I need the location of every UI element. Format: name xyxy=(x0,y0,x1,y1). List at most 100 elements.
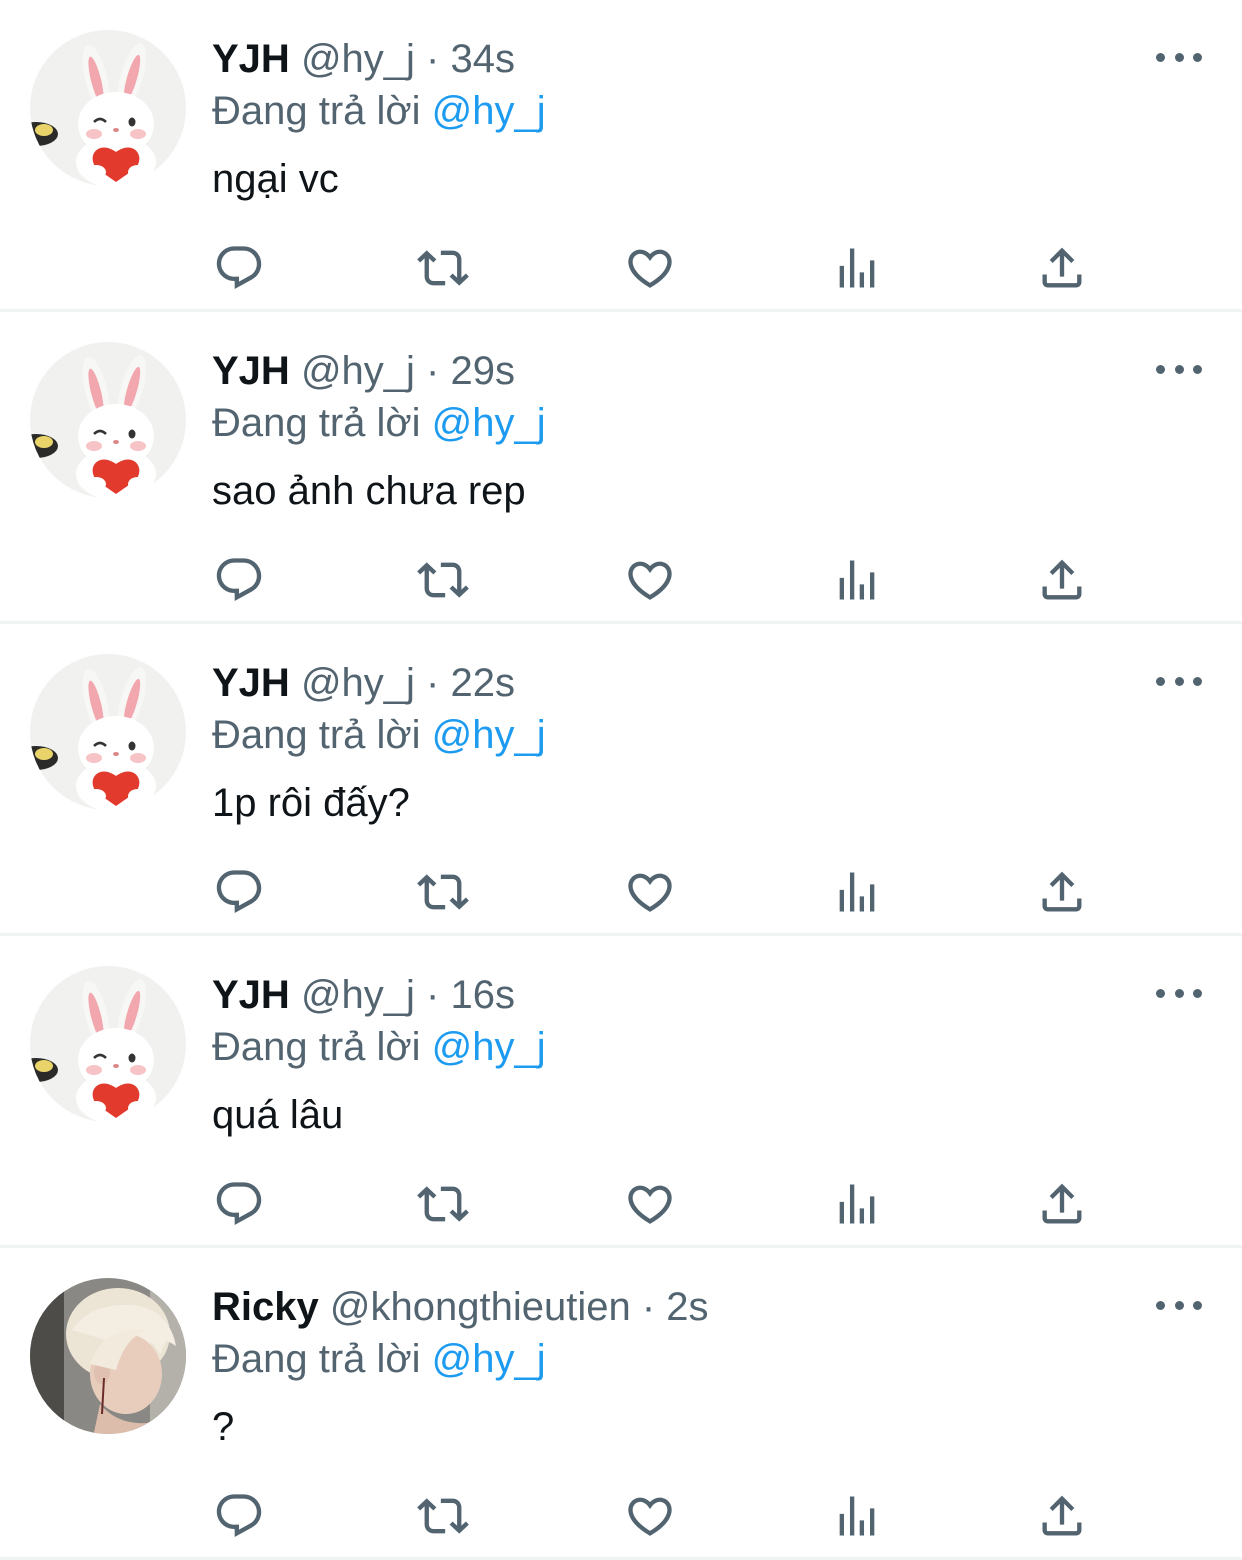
tweet-text: quá lâu xyxy=(212,1093,344,1137)
more-dot xyxy=(1174,676,1184,686)
replying-to-label: Đang trả lời xyxy=(212,89,421,133)
avatar[interactable] xyxy=(30,1278,186,1434)
mention-link[interactable]: @hy_j xyxy=(432,1337,546,1381)
display-name[interactable]: YJH xyxy=(212,349,290,393)
share-icon xyxy=(1036,1490,1088,1542)
share-button[interactable] xyxy=(1034,1176,1090,1232)
retweet-icon xyxy=(417,1178,469,1230)
tweet[interactable]: YJH @hy_j · 29s Đang trả lời @hy_j sao ảnh… xyxy=(0,312,1242,624)
tweet-actions xyxy=(0,240,1242,296)
more-dot xyxy=(1156,52,1165,62)
tweet-header: YJH @hy_j · 22s xyxy=(212,660,515,706)
mention-link[interactable]: @hy_j xyxy=(432,1025,546,1069)
share-icon xyxy=(1036,866,1088,918)
views-button[interactable] xyxy=(829,864,885,920)
retweet-button[interactable] xyxy=(415,240,471,296)
timestamp[interactable]: 29s xyxy=(451,349,516,393)
username[interactable]: @hy_j xyxy=(301,661,415,705)
reply-button[interactable] xyxy=(211,1176,267,1232)
like-button[interactable] xyxy=(622,864,678,920)
reply-button[interactable] xyxy=(211,864,267,920)
separator-dot: · xyxy=(426,37,440,81)
more-options-button[interactable] xyxy=(1156,1290,1202,1320)
reply-icon xyxy=(213,1178,265,1230)
tweet-actions xyxy=(0,1488,1242,1544)
tweet[interactable]: YJH @hy_j · 16s Đang trả lời @hy_j quá lâu xyxy=(0,936,1242,1248)
tweet-text: ngại vc xyxy=(212,157,339,201)
like-button[interactable] xyxy=(622,1488,678,1544)
like-button[interactable] xyxy=(622,552,678,608)
views-button[interactable] xyxy=(829,240,885,296)
share-button[interactable] xyxy=(1034,240,1090,296)
retweet-button[interactable] xyxy=(415,1176,471,1232)
tweet-header: Ricky @khongthieutien · 2s xyxy=(212,1284,709,1330)
reply-button[interactable] xyxy=(211,1488,267,1544)
tweet[interactable]: YJH @hy_j · 34s Đang trả lời @hy_j ngại vc xyxy=(0,0,1242,312)
tweet-header: YJH @hy_j · 29s xyxy=(212,348,515,394)
bunny-avatar xyxy=(30,654,186,810)
retweet-icon xyxy=(417,866,469,918)
more-dot xyxy=(1193,52,1202,62)
share-button[interactable] xyxy=(1034,552,1090,608)
views-button[interactable] xyxy=(829,1176,885,1232)
views-button[interactable] xyxy=(829,552,885,608)
mention-link[interactable]: @hy_j xyxy=(432,713,546,757)
separator-dot: · xyxy=(426,349,440,393)
tweet-actions xyxy=(0,864,1242,920)
views-button[interactable] xyxy=(829,1488,885,1544)
more-options-button[interactable] xyxy=(1156,978,1202,1008)
display-name[interactable]: YJH xyxy=(212,661,290,705)
replying-to-label: Đang trả lời xyxy=(212,401,421,445)
views-icon xyxy=(831,554,883,606)
mention-link[interactable]: @hy_j xyxy=(432,89,546,133)
bunny-avatar xyxy=(30,966,186,1122)
views-icon xyxy=(831,866,883,918)
share-icon xyxy=(1036,554,1088,606)
tweet[interactable]: YJH @hy_j · 22s Đang trả lời @hy_j 1p rôi … xyxy=(0,624,1242,936)
username[interactable]: @khongthieutien xyxy=(330,1285,631,1329)
like-button[interactable] xyxy=(622,1176,678,1232)
username[interactable]: @hy_j xyxy=(301,37,415,81)
views-icon xyxy=(831,1490,883,1542)
retweet-button[interactable] xyxy=(415,1488,471,1544)
retweet-icon xyxy=(417,242,469,294)
reply-icon xyxy=(213,242,265,294)
retweet-button[interactable] xyxy=(415,864,471,920)
username[interactable]: @hy_j xyxy=(301,349,415,393)
reply-button[interactable] xyxy=(211,552,267,608)
timestamp[interactable]: 22s xyxy=(451,661,516,705)
replying-to: Đang trả lời @hy_j xyxy=(212,1336,546,1382)
tweet-header: YJH @hy_j · 34s xyxy=(212,36,515,82)
avatar[interactable] xyxy=(30,342,186,498)
timestamp[interactable]: 2s xyxy=(666,1285,708,1329)
display-name[interactable]: Ricky xyxy=(212,1285,319,1329)
tweet-actions xyxy=(0,552,1242,608)
replying-to-label: Đang trả lời xyxy=(212,1337,421,1381)
replying-to-label: Đang trả lời xyxy=(212,713,421,757)
display-name[interactable]: YJH xyxy=(212,973,290,1017)
tweet[interactable]: Ricky @khongthieutien · 2s Đang trả lời @… xyxy=(0,1248,1242,1560)
more-dot xyxy=(1156,676,1165,686)
share-button[interactable] xyxy=(1034,864,1090,920)
reply-button[interactable] xyxy=(211,240,267,296)
more-options-button[interactable] xyxy=(1156,666,1202,696)
retweet-button[interactable] xyxy=(415,552,471,608)
more-dot xyxy=(1193,676,1202,686)
timestamp[interactable]: 34s xyxy=(451,37,516,81)
share-icon xyxy=(1036,242,1088,294)
more-dot xyxy=(1174,1300,1184,1310)
share-button[interactable] xyxy=(1034,1488,1090,1544)
avatar[interactable] xyxy=(30,966,186,1122)
like-button[interactable] xyxy=(622,240,678,296)
more-dot xyxy=(1156,364,1165,374)
like-icon xyxy=(624,242,676,294)
avatar[interactable] xyxy=(30,654,186,810)
more-options-button[interactable] xyxy=(1156,354,1202,384)
more-options-button[interactable] xyxy=(1156,42,1202,72)
timestamp[interactable]: 16s xyxy=(451,973,516,1017)
username[interactable]: @hy_j xyxy=(301,973,415,1017)
avatar[interactable] xyxy=(30,30,186,186)
mention-link[interactable]: @hy_j xyxy=(432,401,546,445)
share-icon xyxy=(1036,1178,1088,1230)
display-name[interactable]: YJH xyxy=(212,37,290,81)
